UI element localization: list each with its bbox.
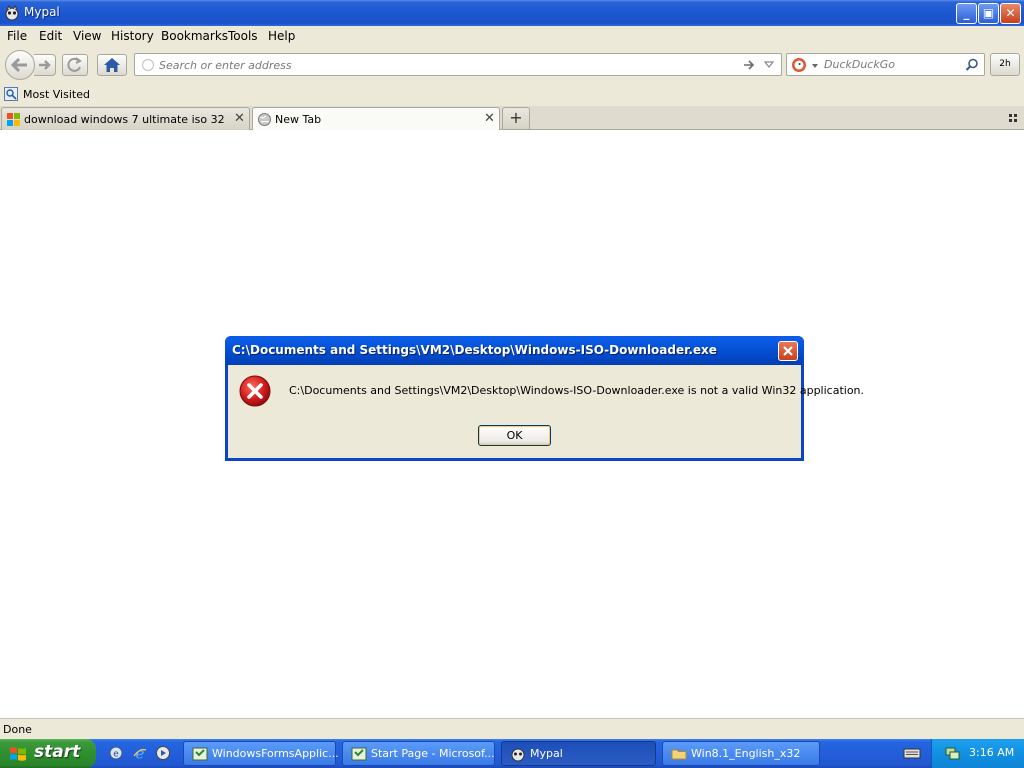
extension-label: 2h bbox=[999, 59, 1011, 69]
task-start-page[interactable]: Start Page - Microsof... bbox=[342, 741, 495, 766]
vs-app-icon bbox=[192, 747, 208, 761]
tab-label: New Tab bbox=[275, 113, 322, 126]
bookmarks-toolbar: Most Visited bbox=[0, 84, 1024, 106]
address-input[interactable] bbox=[159, 57, 739, 73]
windows-logo-icon bbox=[7, 113, 20, 126]
dialog-message: C:\Documents and Settings\VM2\Desktop\Wi… bbox=[289, 384, 865, 397]
menu-bookmarks[interactable]: Bookmarks bbox=[161, 29, 228, 43]
task-windowsformsapplication[interactable]: WindowsFormsApplic... bbox=[183, 741, 339, 766]
folder-icon bbox=[671, 749, 687, 760]
bookmark-most-visited[interactable]: Most Visited bbox=[23, 88, 90, 101]
dialog-title-bar[interactable]: C:\Documents and Settings\VM2\Desktop\Wi… bbox=[225, 336, 804, 365]
home-icon bbox=[104, 58, 120, 72]
keyboard-icon[interactable] bbox=[903, 746, 921, 760]
forward-button[interactable] bbox=[34, 54, 56, 76]
globe-icon bbox=[258, 113, 271, 126]
extension-button[interactable]: 2h bbox=[990, 53, 1020, 76]
status-text: Done bbox=[3, 723, 32, 736]
minimize-button[interactable]: _ bbox=[956, 3, 977, 24]
tab-close-icon[interactable]: ✕ bbox=[484, 111, 495, 126]
taskbar: start e e WindowsFormsApplic... Start Pa… bbox=[0, 739, 1024, 768]
search-icon[interactable] bbox=[965, 58, 979, 72]
address-bar[interactable] bbox=[134, 53, 782, 76]
navigation-toolbar: DuckDuckGo 2h bbox=[0, 46, 1024, 84]
menu-history[interactable]: History bbox=[111, 29, 154, 43]
task-label: Mypal bbox=[530, 747, 563, 760]
window-title-bar[interactable]: Mypal _ ▣ ✕ bbox=[0, 0, 1024, 26]
restore-icon: ▣ bbox=[982, 6, 995, 20]
duckduckgo-icon bbox=[792, 58, 806, 72]
close-icon bbox=[783, 346, 793, 356]
system-tray: 3:16 AM bbox=[931, 739, 1024, 768]
tab-strip: download windows 7 ultimate iso 32 bit -… bbox=[0, 106, 1024, 131]
page-icon bbox=[141, 58, 155, 72]
dropdown-arrow-icon[interactable] bbox=[763, 59, 775, 71]
tab-close-icon[interactable]: ✕ bbox=[234, 111, 245, 126]
menu-tools[interactable]: Tools bbox=[228, 29, 258, 43]
search-engine-dropdown-icon[interactable] bbox=[811, 62, 819, 70]
dialog-close-button[interactable] bbox=[778, 341, 798, 361]
search-placeholder: DuckDuckGo bbox=[824, 58, 895, 71]
back-arrow-icon bbox=[10, 57, 27, 73]
go-arrow-icon[interactable] bbox=[742, 58, 756, 72]
reload-icon bbox=[67, 57, 82, 72]
back-button[interactable] bbox=[5, 50, 35, 80]
most-visited-icon bbox=[4, 87, 18, 101]
task-win81-folder[interactable]: Win8.1_English_x32 bbox=[662, 741, 820, 766]
internet-explorer-icon[interactable]: e bbox=[132, 745, 148, 761]
task-label: Start Page - Microsof... bbox=[371, 747, 495, 760]
forward-arrow-icon bbox=[39, 60, 51, 70]
error-dialog: C:\Documents and Settings\VM2\Desktop\Wi… bbox=[225, 336, 864, 461]
network-icon[interactable] bbox=[944, 745, 960, 761]
clock[interactable]: 3:16 AM bbox=[969, 746, 1014, 759]
task-label: WindowsFormsApplic... bbox=[212, 747, 339, 760]
tab-download-windows[interactable]: download windows 7 ultimate iso 32 bit -… bbox=[1, 107, 250, 130]
error-icon bbox=[239, 375, 271, 407]
mypal-icon bbox=[511, 748, 525, 762]
tab-new-tab[interactable]: New Tab ✕ bbox=[252, 107, 500, 131]
maximize-button[interactable]: ▣ bbox=[978, 3, 999, 24]
plus-icon: + bbox=[509, 108, 523, 127]
menu-help[interactable]: Help bbox=[268, 29, 295, 43]
ok-label: OK bbox=[506, 429, 523, 442]
menu-view[interactable]: View bbox=[73, 29, 101, 43]
windows-flag-icon bbox=[10, 747, 26, 761]
vs-app-icon bbox=[351, 747, 367, 761]
new-tab-button[interactable]: + bbox=[502, 107, 530, 129]
task-mypal[interactable]: Mypal bbox=[501, 741, 656, 766]
tab-list-icon[interactable] bbox=[1006, 111, 1020, 125]
menu-file[interactable]: File bbox=[7, 29, 27, 43]
minimize-icon: _ bbox=[963, 6, 970, 20]
status-bar: Done bbox=[0, 718, 1024, 739]
menu-edit[interactable]: Edit bbox=[39, 29, 62, 43]
start-button[interactable]: start bbox=[0, 739, 96, 768]
start-label: start bbox=[34, 742, 81, 762]
ok-button[interactable]: OK bbox=[478, 425, 551, 446]
dialog-title: C:\Documents and Settings\VM2\Desktop\Wi… bbox=[232, 343, 717, 357]
tab-label: download windows 7 ultimate iso 32 bit -… bbox=[24, 113, 229, 126]
close-button[interactable]: ✕ bbox=[1000, 3, 1021, 24]
reload-button[interactable] bbox=[62, 54, 88, 76]
media-player-icon[interactable] bbox=[155, 745, 171, 761]
window-title: Mypal bbox=[24, 5, 60, 19]
task-label: Win8.1_English_x32 bbox=[691, 747, 801, 760]
mypal-app-icon bbox=[5, 5, 19, 21]
quicklaunch-settings-icon[interactable]: e bbox=[108, 745, 124, 761]
home-button[interactable] bbox=[97, 54, 127, 76]
search-bar[interactable]: DuckDuckGo bbox=[786, 53, 985, 76]
close-icon: ✕ bbox=[1005, 6, 1016, 20]
svg-text:e: e bbox=[113, 750, 119, 760]
menu-bar: File Edit View History Bookmarks Tools H… bbox=[0, 26, 1024, 46]
